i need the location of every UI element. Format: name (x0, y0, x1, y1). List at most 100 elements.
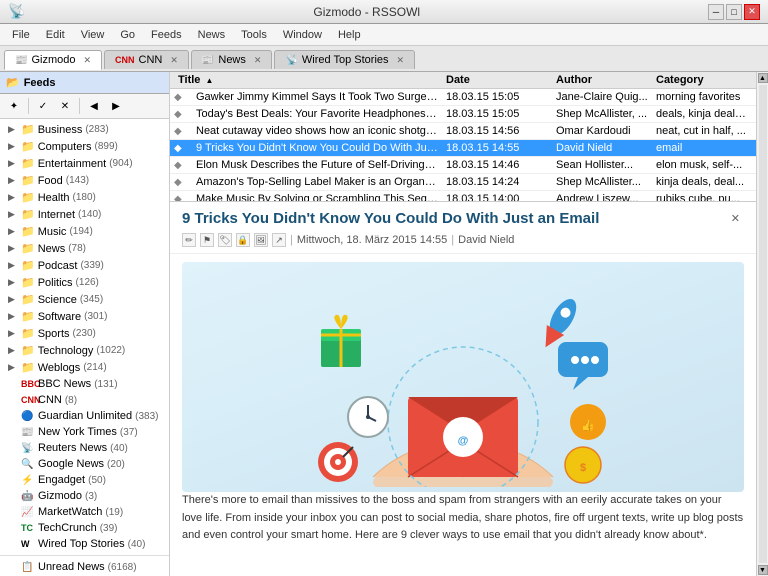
article-date: 18.03.15 15:05 (442, 91, 552, 103)
article-title: Neat cutaway video shows how an iconic s… (192, 125, 442, 137)
article-title: Elon Musk Describes the Future of Self-D… (192, 159, 442, 171)
sidebar-item-music[interactable]: ▶ 📁 Music (194) (0, 223, 169, 240)
sort-indicator: ▲ (205, 76, 213, 85)
sidebar-item-unread[interactable]: 📋 Unread News (6168) (0, 559, 169, 575)
article-list: Title ▲ Date Author Category ◆ Gawker Ji… (170, 72, 756, 202)
article-close-button[interactable]: ✕ (727, 210, 744, 227)
sidebar-item-computers[interactable]: ▶ 📁 Computers (899) (0, 138, 169, 155)
article-category: kinja deals, deal... (652, 176, 752, 188)
item-count: (40) (110, 443, 128, 454)
edit-icon[interactable]: ✏ (182, 233, 196, 247)
sidebar-item-sports[interactable]: ▶ 📁 Sports (230) (0, 325, 169, 342)
item-label: Gizmodo (38, 490, 82, 502)
tab-news-close[interactable]: ✕ (254, 55, 262, 66)
scroll-down[interactable]: ▼ (758, 565, 768, 575)
article-row[interactable]: ◆ Gawker Jimmy Kimmel Says It Took Two S… (170, 89, 756, 106)
article-row[interactable]: ◆ Amazon's Top-Selling Label Maker is an… (170, 174, 756, 191)
tag-icon[interactable]: 🏷 (218, 233, 232, 247)
sidebar-item-reuters[interactable]: 📡 Reuters News (40) (0, 440, 169, 456)
sidebar-item-entertainment[interactable]: ▶ 📁 Entertainment (904) (0, 155, 169, 172)
expand-icon: ▶ (8, 175, 18, 186)
tab-cnn[interactable]: CNN CNN ✕ (104, 50, 189, 69)
sidebar-item-business[interactable]: ▶ 📁 Business (283) (0, 121, 169, 138)
menu-go[interactable]: Go (112, 27, 143, 43)
window-title: Gizmodo - RSSOWl (25, 5, 708, 19)
tab-gizmodo[interactable]: 📰 Gizmodo ✕ (4, 50, 102, 70)
menu-tools[interactable]: Tools (233, 27, 275, 43)
minimize-button[interactable]: ─ (708, 4, 724, 20)
toolbar-mark-btn[interactable]: ✓ (33, 96, 53, 116)
article-row[interactable]: ◆ Neat cutaway video shows how an iconic… (170, 123, 756, 140)
sidebar-item-google[interactable]: 🔍 Google News (20) (0, 456, 169, 472)
col-author-header[interactable]: Author (552, 74, 652, 86)
expand-icon: ▶ (8, 243, 18, 254)
menu-file[interactable]: File (4, 27, 38, 43)
article-author: Sean Hollister... (552, 159, 652, 171)
sidebar-item-software[interactable]: ▶ 📁 Software (301) (0, 308, 169, 325)
nytimes-feed-icon: 📰 (21, 427, 35, 438)
title-bar: 📡 Gizmodo - RSSOWl ─ □ ✕ (0, 0, 768, 24)
maximize-button[interactable]: □ (726, 4, 742, 20)
reuters-feed-icon: 📡 (21, 443, 35, 454)
sidebar-item-guardian[interactable]: 🔵 Guardian Unlimited (383) (0, 408, 169, 424)
article-detail-header: 9 Tricks You Didn't Know You Could Do Wi… (170, 202, 756, 254)
menu-feeds[interactable]: Feeds (143, 27, 190, 43)
expand-icon: ▶ (8, 328, 18, 339)
toolbar-forward-btn[interactable]: ▶ (106, 96, 126, 116)
toolbar-back-btn[interactable]: ◀ (84, 96, 104, 116)
share-icon[interactable]: ↗ (272, 233, 286, 247)
main-scrollbar[interactable]: ▲ ▼ (756, 72, 768, 576)
folder-icon: 📁 (21, 361, 35, 374)
article-row-selected[interactable]: ◆ 9 Tricks You Didn't Know You Could Do … (170, 140, 756, 157)
menu-help[interactable]: Help (330, 27, 369, 43)
sidebar-item-politics[interactable]: ▶ 📁 Politics (126) (0, 274, 169, 291)
menu-window[interactable]: Window (275, 27, 330, 43)
toolbar-new-btn[interactable]: ✦ (4, 96, 24, 116)
lock-icon[interactable]: 🔒 (236, 233, 250, 247)
tab-cnn-close[interactable]: ✕ (170, 55, 178, 66)
tab-news[interactable]: 📰 News ✕ (191, 50, 273, 69)
close-button[interactable]: ✕ (744, 4, 760, 20)
sidebar-item-engadget[interactable]: ⚡ Engadget (50) (0, 472, 169, 488)
sidebar-item-wired[interactable]: W Wired Top Stories (40) (0, 536, 169, 552)
sidebar-item-news[interactable]: ▶ 📁 News (78) (0, 240, 169, 257)
article-row[interactable]: ◆ Today's Best Deals: Your Favorite Head… (170, 106, 756, 123)
menu-view[interactable]: View (73, 27, 113, 43)
folder-icon: 📁 (21, 293, 35, 306)
col-category-header[interactable]: Category (652, 74, 752, 86)
menu-edit[interactable]: Edit (38, 27, 73, 43)
sidebar-item-cnn[interactable]: CNN CNN (8) (0, 392, 169, 408)
sidebar-item-gizmodo[interactable]: 🤖 Gizmodo (3) (0, 488, 169, 504)
toolbar-delete-btn[interactable]: ✕ (55, 96, 75, 116)
sidebar-item-technology[interactable]: ▶ 📁 Technology (1022) (0, 342, 169, 359)
tab-cnn-icon: CNN (115, 55, 135, 65)
item-label: Wired Top Stories (38, 538, 125, 550)
sidebar-item-science[interactable]: ▶ 📁 Science (345) (0, 291, 169, 308)
sidebar-item-techcrunch[interactable]: TC TechCrunch (39) (0, 520, 169, 536)
tab-gizmodo-close[interactable]: ✕ (83, 55, 91, 66)
sidebar-item-nytimes[interactable]: 📰 New York Times (37) (0, 424, 169, 440)
sidebar-item-marketwatch[interactable]: 📈 MarketWatch (19) (0, 504, 169, 520)
item-count: (1022) (96, 345, 125, 356)
sidebar-item-podcast[interactable]: ▶ 📁 Podcast (339) (0, 257, 169, 274)
col-title-header[interactable]: Title ▲ (174, 74, 442, 86)
tab-wired-close[interactable]: ✕ (397, 55, 405, 66)
menu-news[interactable]: News (190, 27, 234, 43)
flag-icon[interactable]: ⚑ (200, 233, 214, 247)
sidebar-item-bbc[interactable]: BBC BBC News (131) (0, 376, 169, 392)
col-date-header[interactable]: Date (442, 74, 552, 86)
item-count: (50) (88, 475, 106, 486)
article-row[interactable]: ◆ Elon Musk Describes the Future of Self… (170, 157, 756, 174)
tab-wired[interactable]: 📡 Wired Top Stories ✕ (274, 50, 415, 69)
sidebar-item-food[interactable]: ▶ 📁 Food (143) (0, 172, 169, 189)
scroll-up[interactable]: ▲ (758, 73, 768, 83)
sidebar-item-internet[interactable]: ▶ 📁 Internet (140) (0, 206, 169, 223)
main-layout: 📂 Feeds ✦ ✓ ✕ ◀ ▶ ▶ 📁 Business (283) ▶ 📁… (0, 72, 768, 576)
sidebar-item-weblogs[interactable]: ▶ 📁 Weblogs (214) (0, 359, 169, 376)
item-count: (39) (100, 523, 118, 534)
image-icon[interactable]: 🖼 (254, 233, 268, 247)
article-row[interactable]: ◆ Make Music By Solving or Scrambling Th… (170, 191, 756, 202)
tab-wired-icon: 📡 (285, 55, 297, 66)
sidebar-item-health[interactable]: ▶ 📁 Health (180) (0, 189, 169, 206)
expand-icon: ▶ (8, 158, 18, 169)
